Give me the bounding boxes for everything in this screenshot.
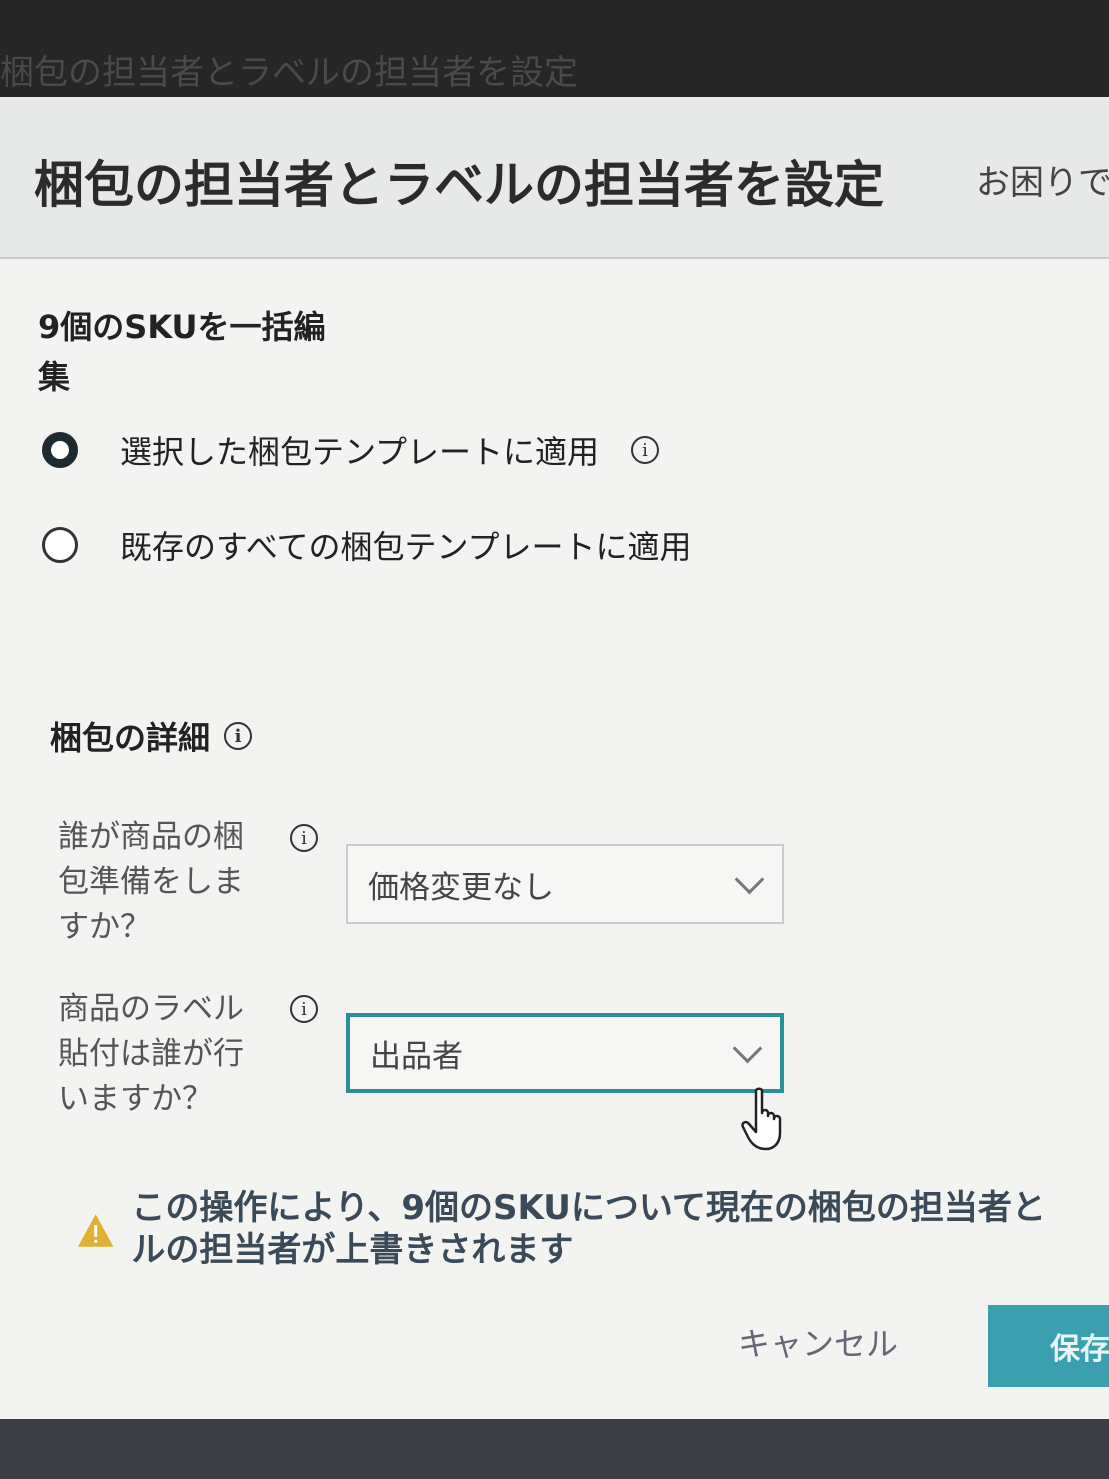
label-owner-select[interactable]: 出品者	[346, 1013, 784, 1093]
warning-icon	[77, 1214, 114, 1247]
help-link[interactable]: お困りで	[976, 155, 1109, 204]
info-icon[interactable]: i	[224, 722, 253, 750]
radio-label: 既存のすべての梱包テンプレートに適用	[120, 528, 692, 566]
radio-button[interactable]	[42, 527, 78, 563]
info-icon[interactable]: i	[290, 995, 318, 1023]
section-title-text: 梱包の詳細	[50, 719, 211, 757]
modal-dialog: 梱包の担当者とラベルの担当者を設定 お困りで 9個のSKUを一括編集 選択した梱…	[0, 97, 1109, 1419]
info-icon[interactable]: i	[631, 436, 660, 464]
warning-line-1: この操作により、9個のSKUについて現在の梱包の担当者と	[131, 1188, 1046, 1228]
bulk-edit-label: 9個のSKUを一括編集	[38, 308, 326, 396]
warning-line-2: ルの担当者が上書きされます	[131, 1230, 574, 1270]
packaging-details-heading: 梱包の詳細 i	[50, 713, 253, 759]
prep-owner-select[interactable]: 価格変更なし	[346, 844, 784, 924]
save-button[interactable]: 保存	[988, 1305, 1109, 1387]
modal-header: 梱包の担当者とラベルの担当者を設定 お困りで	[0, 97, 1109, 259]
radio-label: 選択した梱包テンプレートに適用	[120, 433, 600, 471]
warning-text: この操作により、9個のSKUについて現在の梱包の担当者と ルの担当者が上書きされ…	[131, 1187, 1109, 1271]
select-value: 出品者	[370, 1038, 463, 1075]
label-owner-label: 商品のラベル貼付は誰が行いますか？	[58, 991, 244, 1117]
info-icon[interactable]: i	[290, 824, 318, 852]
radio-apply-selected[interactable]: 選択した梱包テンプレートに適用 i	[42, 427, 660, 473]
cancel-button[interactable]: キャンセル	[738, 1319, 898, 1365]
select-value: 価格変更なし	[368, 869, 554, 906]
chevron-down-icon	[734, 864, 765, 894]
radio-apply-all[interactable]: 既存のすべての梱包テンプレートに適用	[42, 522, 692, 568]
screen-bottom-edge	[0, 1419, 1109, 1479]
chevron-down-icon	[732, 1033, 763, 1063]
modal-title: 梱包の担当者とラベルの担当者を設定	[34, 156, 884, 214]
radio-button-checked[interactable]	[42, 432, 78, 468]
warning-message: この操作により、9個のSKUについて現在の梱包の担当者と ルの担当者が上書きされ…	[76, 1187, 1109, 1271]
backdrop: 梱包の担当者とラベルの担当者を設定	[0, 0, 1109, 100]
prep-owner-label: 誰が商品の梱包準備をしますか？	[58, 819, 244, 945]
hand-pointer-icon	[741, 1087, 782, 1151]
backdrop-title: 梱包の担当者とラベルの担当者を設定	[0, 53, 578, 93]
